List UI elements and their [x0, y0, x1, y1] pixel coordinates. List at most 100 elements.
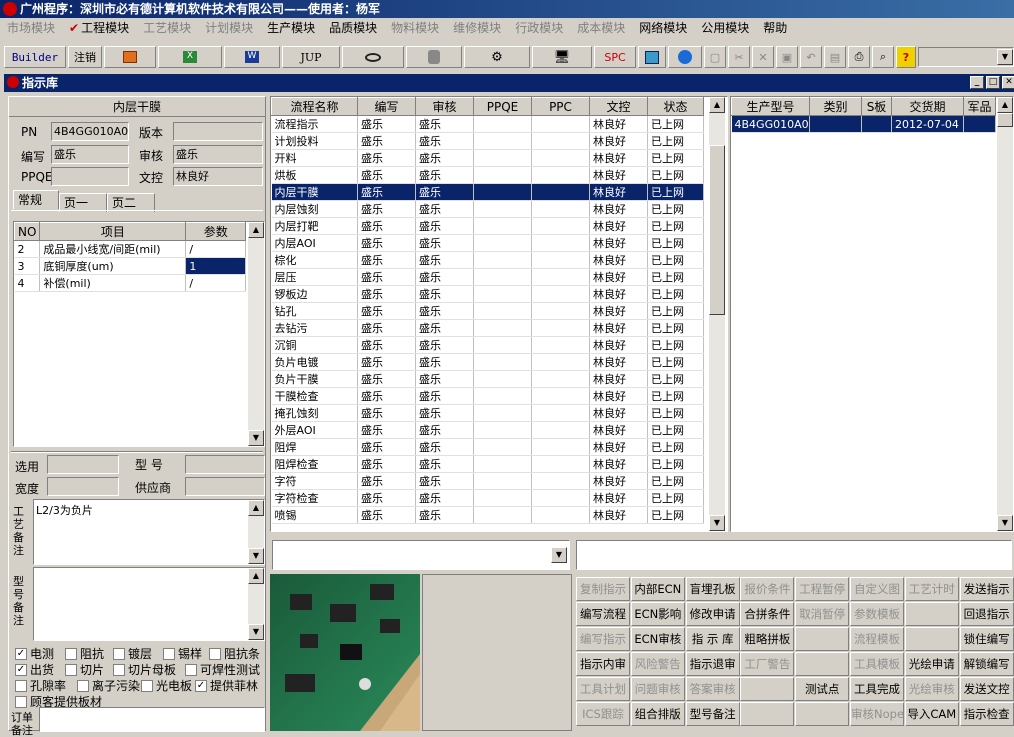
- flow-scroll-thumb[interactable]: [709, 145, 725, 315]
- checkbox-1[interactable]: 阻抗: [65, 645, 104, 662]
- flow-row[interactable]: 流程指示 盛乐 盛乐 林良好 已上网: [271, 115, 704, 133]
- toolbar-combo[interactable]: ▼: [918, 47, 1014, 67]
- command-button[interactable]: [795, 652, 850, 676]
- flow-row[interactable]: 内层AOI 盛乐 盛乐 林良好 已上网: [271, 234, 704, 252]
- flow-row[interactable]: 烘板 盛乐 盛乐 林良好 已上网: [271, 166, 704, 184]
- globe-icon[interactable]: [668, 46, 702, 68]
- command-button[interactable]: 复制指示: [576, 577, 630, 601]
- checkbox-11[interactable]: 光电板: [141, 677, 192, 694]
- menu-item-0[interactable]: 市场模块: [0, 18, 62, 38]
- process-note-field[interactable]: L2/3为负片 ▲ ▼: [33, 499, 265, 565]
- flow-header-0[interactable]: 流程名称: [271, 97, 358, 116]
- flow-row[interactable]: 去钻污 盛乐 盛乐 林良好 已上网: [271, 319, 704, 337]
- flow-row[interactable]: 喷锡 盛乐 盛乐 林良好 已上网: [271, 506, 704, 524]
- command-button[interactable]: [904, 627, 959, 651]
- menu-item-9[interactable]: 成本模块: [570, 18, 632, 38]
- command-button[interactable]: 组合排版: [630, 702, 685, 726]
- command-button[interactable]: ICS跟踪: [576, 702, 630, 726]
- command-button[interactable]: 取消暂停: [795, 602, 850, 626]
- command-button[interactable]: 指 示 库: [685, 627, 740, 651]
- command-button[interactable]: [795, 627, 850, 651]
- command-button[interactable]: ECN审核: [630, 627, 685, 651]
- writer-field[interactable]: 盛乐: [51, 145, 129, 164]
- menu-item-11[interactable]: 公用模块: [694, 18, 756, 38]
- order-header-0[interactable]: 生产型号: [731, 97, 810, 116]
- flow-row[interactable]: 内层干膜 盛乐 盛乐 林良好 已上网: [271, 183, 704, 201]
- command-button[interactable]: 发送文控: [959, 677, 1014, 701]
- checkbox-box[interactable]: [185, 663, 197, 676]
- command-button[interactable]: 工具完成: [850, 677, 904, 701]
- command-button[interactable]: ECN影响: [630, 602, 685, 626]
- command-button[interactable]: 解锁编写: [959, 652, 1014, 676]
- order-header-4[interactable]: 军品: [963, 97, 996, 116]
- command-button[interactable]: 粗略拼板: [740, 627, 795, 651]
- delete-icon[interactable]: ✕: [752, 46, 774, 68]
- flow-row[interactable]: 层压 盛乐 盛乐 林良好 已上网: [271, 268, 704, 286]
- command-button[interactable]: 工艺计时: [904, 577, 959, 601]
- checkbox-box[interactable]: [15, 695, 27, 708]
- command-button[interactable]: 风险警告: [630, 652, 685, 676]
- checkbox-box[interactable]: ✓: [15, 647, 27, 660]
- flow-row[interactable]: 阻焊检查 盛乐 盛乐 林良好 已上网: [271, 455, 704, 473]
- checkbox-box[interactable]: [77, 679, 89, 692]
- order-row[interactable]: 4B4GG010A0 2012-07-04: [731, 115, 996, 133]
- command-button[interactable]: 内部ECN: [630, 577, 685, 601]
- command-button[interactable]: 参数模板: [850, 602, 904, 626]
- menu-item-5[interactable]: 品质模块: [322, 18, 384, 38]
- builder-button[interactable]: Builder: [4, 46, 66, 68]
- flow-header-3[interactable]: PPQE: [473, 97, 532, 116]
- command-button[interactable]: [740, 702, 795, 726]
- checkbox-box[interactable]: [65, 663, 77, 676]
- command-button[interactable]: 指示内审: [576, 652, 630, 676]
- excel-icon[interactable]: X: [158, 46, 222, 68]
- flow-header-2[interactable]: 审核: [415, 97, 474, 116]
- calendar-icon[interactable]: [638, 46, 666, 68]
- param-value[interactable]: /: [185, 240, 246, 258]
- logout-button[interactable]: 注销: [68, 46, 102, 68]
- flow-header-6[interactable]: 状态: [647, 97, 704, 116]
- flow-row[interactable]: 外层AOI 盛乐 盛乐 林良好 已上网: [271, 421, 704, 439]
- command-button[interactable]: 工厂警告: [740, 652, 795, 676]
- command-button[interactable]: 型号备注: [685, 702, 740, 726]
- command-button[interactable]: 测试点: [795, 677, 850, 701]
- print-icon[interactable]: ⎙: [848, 46, 870, 68]
- command-button[interactable]: 工具模板: [850, 652, 904, 676]
- param-row[interactable]: 2 成品最小线宽/间距(mil) /: [14, 240, 246, 258]
- command-button[interactable]: 答案审核: [685, 677, 740, 701]
- command-button[interactable]: 工程暂停: [795, 577, 850, 601]
- menu-item-1[interactable]: ✔ 工程模块: [62, 18, 136, 38]
- menu-item-8[interactable]: 行政模块: [508, 18, 570, 38]
- command-button[interactable]: 导入CAM: [904, 702, 959, 726]
- command-button[interactable]: 自定义图: [850, 577, 904, 601]
- command-button[interactable]: 指示检查: [959, 702, 1014, 726]
- flow-row[interactable]: 棕化 盛乐 盛乐 林良好 已上网: [271, 251, 704, 269]
- preview-icon[interactable]: ▤: [824, 46, 846, 68]
- checkbox-0[interactable]: ✓ 电测: [15, 645, 54, 662]
- flow-scroll-up[interactable]: ▲: [709, 97, 725, 113]
- checkbox-8[interactable]: 可焊性测试: [185, 661, 260, 678]
- command-button[interactable]: 锁住编写: [959, 627, 1014, 651]
- powerpoint-icon[interactable]: [104, 46, 156, 68]
- review-field[interactable]: 盛乐: [173, 145, 263, 164]
- menu-item-4[interactable]: 生产模块: [260, 18, 322, 38]
- flow-row[interactable]: 掩孔蚀刻 盛乐 盛乐 林良好 已上网: [271, 404, 704, 422]
- command-button[interactable]: 报价条件: [740, 577, 795, 601]
- word-icon[interactable]: W: [224, 46, 280, 68]
- command-button[interactable]: [740, 677, 795, 701]
- command-button[interactable]: [795, 702, 850, 726]
- checkbox-12[interactable]: ✓ 提供菲林: [195, 677, 258, 694]
- menu-item-2[interactable]: 工艺模块: [136, 18, 198, 38]
- menu-item-10[interactable]: 网络模块: [632, 18, 694, 38]
- flow-header-1[interactable]: 编写: [357, 97, 416, 116]
- checkbox-6[interactable]: 切片: [65, 661, 104, 678]
- param-value[interactable]: 1: [185, 257, 246, 275]
- cut-icon[interactable]: ✂: [728, 46, 750, 68]
- flow-header-4[interactable]: PPC: [531, 97, 590, 116]
- menu-item-12[interactable]: 帮助: [756, 18, 794, 38]
- checkbox-box[interactable]: [141, 679, 153, 692]
- command-button[interactable]: 流程模板: [850, 627, 904, 651]
- command-button[interactable]: 合拼条件: [740, 602, 795, 626]
- command-button[interactable]: 编写指示: [576, 627, 630, 651]
- model-note-scrollbar[interactable]: ▲ ▼: [248, 568, 264, 640]
- command-button[interactable]: 发送指示: [959, 577, 1014, 601]
